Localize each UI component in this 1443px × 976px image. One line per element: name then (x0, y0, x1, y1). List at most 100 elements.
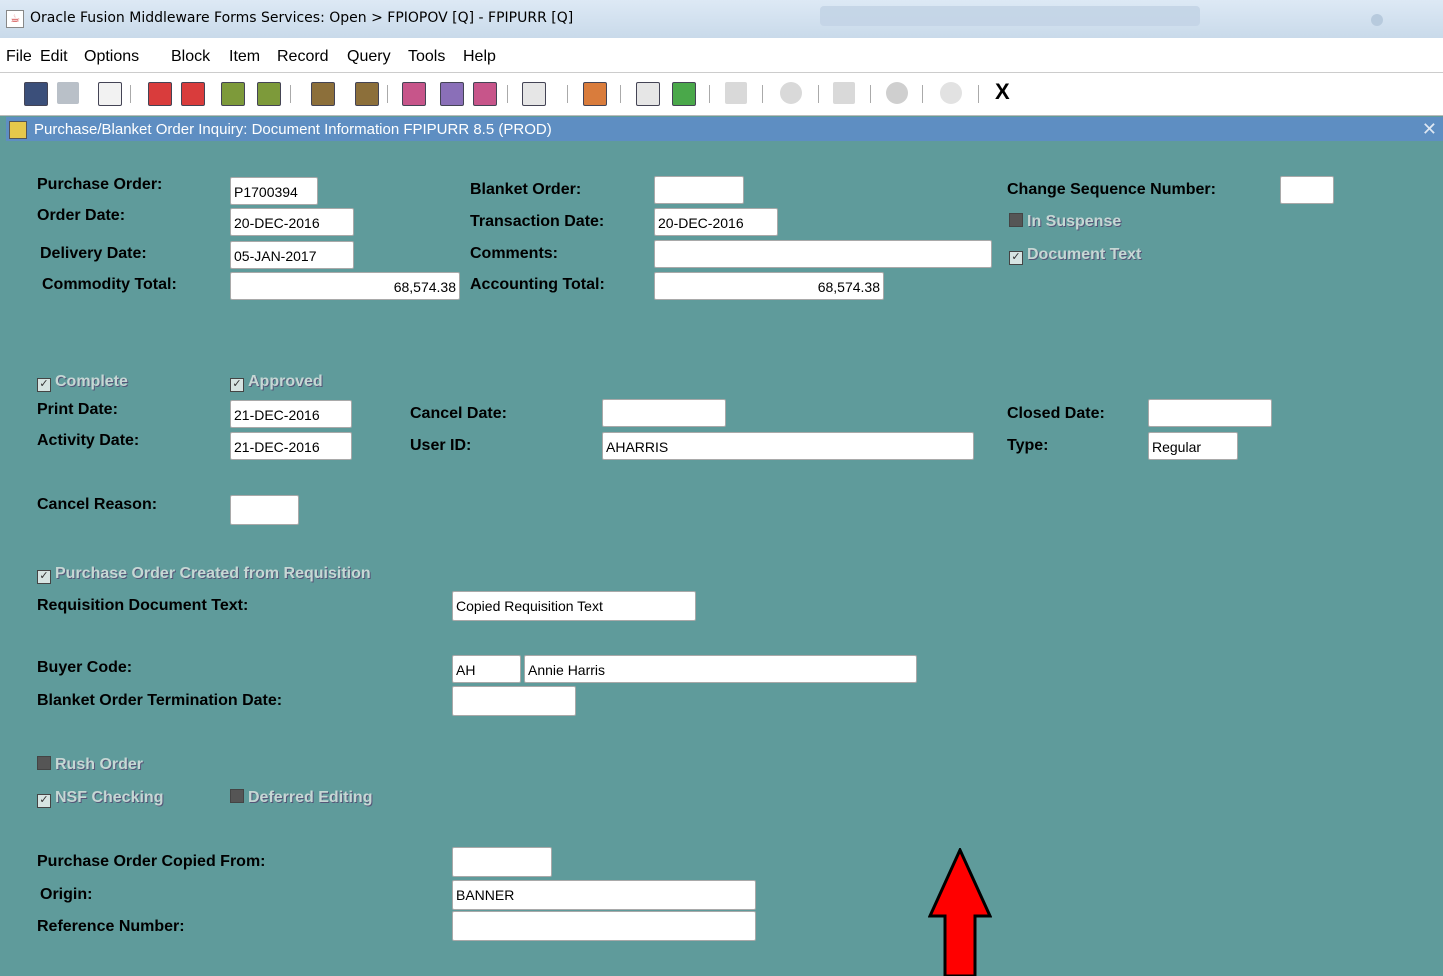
delivery-date-label: Delivery Date: (40, 245, 147, 262)
deferred-editing-checkbox[interactable]: Deferred Editing (230, 789, 372, 807)
delivery-date-field[interactable]: 05-JAN-2017 (230, 241, 354, 269)
menu-edit[interactable]: Edit (40, 48, 68, 66)
checkbox-checked-icon: ✓ (1009, 251, 1023, 265)
speaker-icon[interactable] (725, 82, 747, 104)
menu-options[interactable]: Options (84, 48, 139, 66)
deferred-editing-label: Deferred Editing (248, 789, 373, 806)
network-icon[interactable] (833, 82, 855, 104)
enter-query-icon[interactable] (311, 82, 335, 106)
help-icon[interactable] (886, 82, 908, 104)
closed-date-label: Closed Date: (1007, 405, 1105, 422)
checkbox-checked-icon: ✓ (37, 794, 51, 808)
menu-file[interactable]: File (6, 48, 32, 66)
insert-record-icon[interactable] (148, 82, 172, 106)
blanket-order-label: Blanket Order: (470, 181, 582, 198)
purchase-order-field[interactable]: P1700394 (230, 177, 318, 205)
execute-query-icon[interactable] (355, 82, 379, 106)
form-header: Purchase/Blanket Order Inquiry: Document… (6, 117, 1443, 141)
cancel-reason-field[interactable] (230, 495, 299, 525)
menu-tools[interactable]: Tools (408, 48, 445, 66)
rush-order-label: Rush Order (55, 756, 144, 773)
commodity-total-label: Commodity Total: (42, 276, 177, 293)
search-icon[interactable] (440, 82, 464, 106)
change-sequence-label: Change Sequence Number: (1007, 181, 1216, 198)
cancel-query-icon[interactable] (473, 82, 497, 106)
document-text-checkbox[interactable]: ✓ Document Text (1009, 246, 1141, 265)
checkbox-unchecked-icon (1009, 213, 1023, 227)
print-icon[interactable] (583, 82, 607, 106)
toolbar-separator (870, 85, 871, 103)
reference-number-field[interactable] (452, 911, 756, 941)
activity-date-field[interactable]: 21-DEC-2016 (230, 432, 352, 460)
origin-label: Origin: (40, 886, 93, 903)
approved-checkbox[interactable]: ✓ Approved (230, 373, 323, 392)
options-icon[interactable] (522, 82, 546, 106)
add-item-icon[interactable] (672, 82, 696, 106)
nsf-checking-checkbox[interactable]: ✓ NSF Checking (37, 789, 163, 808)
rush-order-checkbox[interactable]: Rush Order (37, 756, 143, 774)
user-id-label: User ID: (410, 437, 472, 454)
print-date-field[interactable]: 21-DEC-2016 (230, 400, 352, 428)
cancel-date-field[interactable] (602, 399, 726, 427)
exit-button[interactable]: X (995, 79, 1010, 105)
target-icon[interactable] (780, 82, 802, 104)
po-copied-from-label: Purchase Order Copied From: (37, 853, 266, 870)
commodity-total-field[interactable]: 68,574.38 (230, 272, 460, 300)
comments-label: Comments: (470, 245, 559, 262)
checkbox-checked-icon: ✓ (37, 378, 51, 392)
blanket-order-field[interactable] (654, 176, 744, 204)
lightbulb-icon[interactable] (940, 82, 962, 104)
complete-checkbox[interactable]: ✓ Complete (37, 373, 128, 392)
type-field[interactable]: Regular (1148, 432, 1238, 460)
checkbox-unchecked-icon (37, 756, 51, 770)
remove-record-icon[interactable] (181, 82, 205, 106)
form-title: Purchase/Blanket Order Inquiry: Document… (34, 121, 552, 138)
menu-item[interactable]: Item (229, 48, 260, 66)
in-suspense-checkbox[interactable]: In Suspense (1009, 213, 1121, 231)
transaction-date-label: Transaction Date: (470, 213, 605, 230)
change-sequence-field[interactable] (1280, 176, 1334, 204)
rollback-icon[interactable] (57, 82, 79, 104)
accounting-total-field[interactable]: 68,574.38 (654, 272, 884, 300)
form-icon (9, 121, 27, 139)
menu-query[interactable]: Query (347, 48, 391, 66)
closed-date-field[interactable] (1148, 399, 1272, 427)
po-from-requisition-label: Purchase Order Created from Requisition (55, 565, 371, 582)
toolbar: X (0, 73, 1443, 116)
origin-field[interactable]: BANNER (452, 880, 756, 910)
po-copied-from-field[interactable] (452, 847, 552, 877)
toolbar-separator (620, 85, 621, 103)
close-icon[interactable]: ✕ (1422, 119, 1437, 140)
cancel-reason-label: Cancel Reason: (37, 496, 158, 513)
save-icon[interactable] (24, 82, 48, 106)
menu-block[interactable]: Block (171, 48, 210, 66)
print-page-icon[interactable] (98, 82, 122, 106)
blanket-termination-date-field[interactable] (452, 686, 576, 716)
in-suspense-label: In Suspense (1027, 213, 1122, 230)
comments-field[interactable] (654, 240, 992, 268)
toolbar-separator (709, 85, 710, 103)
java-app-icon: ☕ (6, 10, 24, 28)
user-id-field[interactable]: AHARRIS (602, 432, 974, 460)
type-label: Type: (1007, 437, 1049, 454)
approved-label: Approved (248, 373, 323, 390)
order-date-label: Order Date: (37, 207, 126, 224)
toolbar-separator (922, 85, 923, 103)
po-from-requisition-checkbox[interactable]: ✓ Purchase Order Created from Requisition (37, 565, 371, 584)
order-date-field[interactable]: 20-DEC-2016 (230, 208, 354, 236)
buyer-code-field[interactable]: AH (452, 655, 521, 683)
transaction-date-field[interactable]: 20-DEC-2016 (654, 208, 778, 236)
requisition-document-text-field[interactable]: Copied Requisition Text (452, 591, 696, 621)
count-query-icon[interactable] (402, 82, 426, 106)
buyer-name-field[interactable]: Annie Harris (524, 655, 917, 683)
toolbar-separator (818, 85, 819, 103)
next-block-icon[interactable] (257, 82, 281, 106)
window-control-button[interactable] (1371, 14, 1383, 26)
toolbar-separator (567, 85, 568, 103)
previous-block-icon[interactable] (221, 82, 245, 106)
menu-help[interactable]: Help (463, 48, 496, 66)
print-date-label: Print Date: (37, 401, 118, 418)
menu-record[interactable]: Record (277, 48, 329, 66)
accounting-total-label: Accounting Total: (470, 276, 605, 293)
zoom-icon[interactable] (636, 82, 660, 106)
